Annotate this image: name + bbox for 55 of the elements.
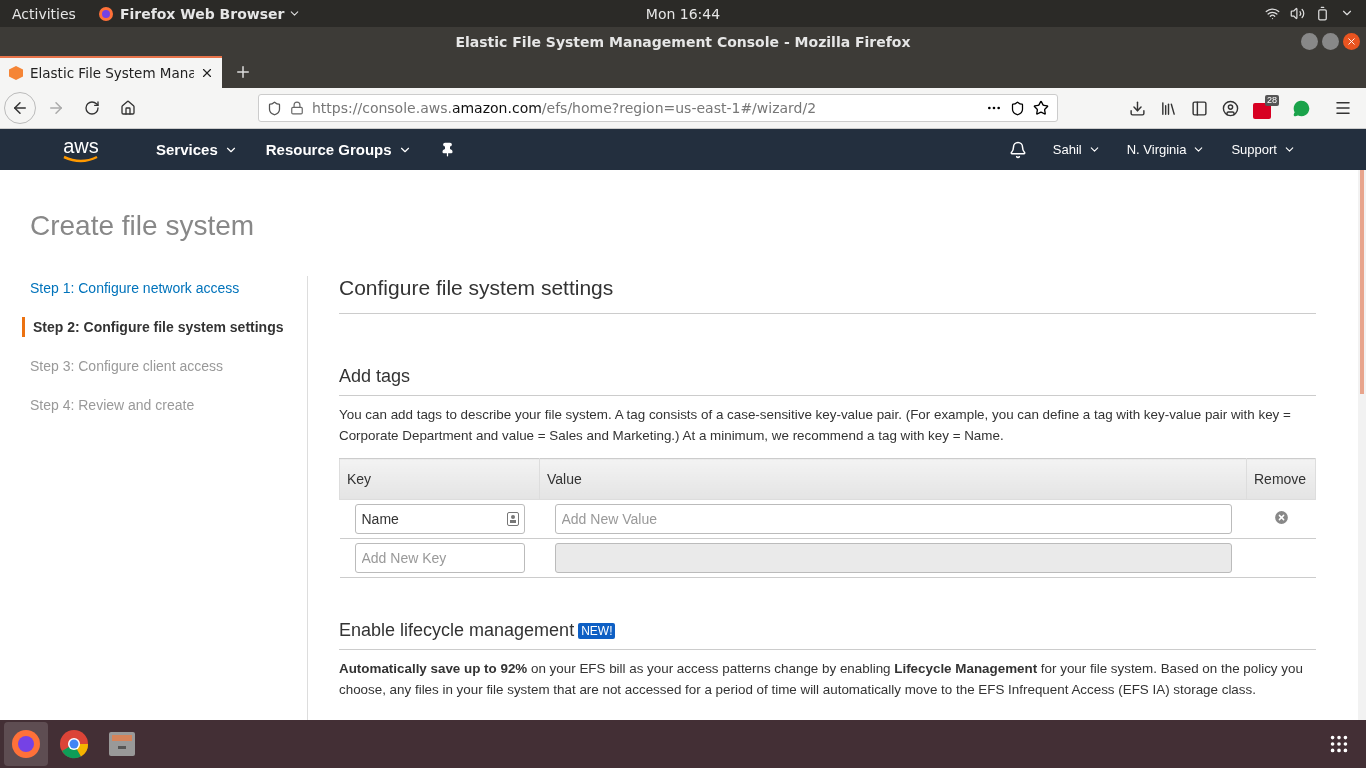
extension-button[interactable]: 28	[1253, 95, 1279, 121]
forward-arrow-icon	[47, 99, 65, 117]
close-icon	[1346, 36, 1357, 47]
section-title: Configure file system settings	[339, 276, 1316, 314]
key-field[interactable]: Name	[354, 504, 525, 534]
close-icon[interactable]	[200, 66, 214, 80]
star-icon[interactable]	[1033, 100, 1049, 116]
close-button[interactable]	[1343, 33, 1360, 50]
sidebar-icon[interactable]	[1191, 99, 1208, 117]
column-header: Key	[339, 458, 540, 500]
page-title: Create file system	[30, 210, 256, 242]
volume-icon	[1290, 6, 1305, 21]
minimize-button[interactable]	[1301, 33, 1318, 50]
column-header: Value	[539, 458, 1247, 500]
chat-icon[interactable]	[1293, 99, 1310, 117]
section-heading: Enable lifecycle management	[339, 620, 575, 641]
nav-menu[interactable]: Support	[1231, 142, 1296, 157]
lifecycle-description: Automatically save up to 92% on your EFS bill as your access patterns change by enabling Lifecycle Management for your file system. Based on the policy you choose, any files in your file system that are not accessed for a period of time will automatically move to the EFS Infrequent Access (EFS IA) storage class.	[339, 660, 1304, 699]
menu-icon[interactable]	[1334, 99, 1352, 117]
scrollbar[interactable]	[1358, 170, 1366, 720]
new-tab-button[interactable]	[234, 63, 252, 81]
column-header: Remove	[1246, 458, 1316, 500]
lock-icon	[290, 101, 304, 115]
app-grid-icon[interactable]	[1328, 733, 1350, 755]
browser-logo-icon	[97, 5, 114, 22]
nav-menu[interactable]: N. Virginia	[1126, 142, 1206, 157]
contact-card-icon	[506, 512, 519, 526]
activities-button[interactable]: Activities	[12, 5, 76, 22]
notifications-icon[interactable]	[1008, 140, 1027, 159]
reload-icon	[84, 100, 100, 116]
address-bar[interactable]: https://console.aws.amazon.com/efs/home?region=us-east-1#/wizard/2	[258, 94, 1058, 122]
description: You can add tags to describe your file system. A tag consists of a case-sensitive key-value pair. (For example, you can define a tag with key-value pair with key = Corporate Department and value = Sales and Marketing.) At a minimum, we recommend a tag with key = Name.	[339, 406, 1292, 445]
wizard-step[interactable]: Step 1: Configure network access	[30, 278, 307, 298]
nav-menu[interactable]: Sahil	[1052, 142, 1101, 157]
home-icon	[120, 100, 136, 116]
battery-icon	[1315, 6, 1330, 21]
cube-icon	[8, 65, 24, 81]
section-heading: Add tags	[339, 366, 411, 387]
new-badge: NEW!	[578, 622, 616, 639]
aws-logo[interactable]: aws	[60, 136, 102, 163]
download-icon[interactable]	[1129, 99, 1146, 117]
shield-icon	[267, 100, 282, 116]
clock: Mon 16:44	[645, 5, 721, 22]
pin-icon[interactable]	[439, 142, 455, 157]
nav-menu[interactable]: Resource Groups	[265, 141, 412, 158]
wizard-step[interactable]: Step 2: Configure file system settings	[22, 317, 307, 337]
library-icon[interactable]	[1160, 99, 1177, 117]
wifi-icon	[1265, 6, 1280, 21]
key-field[interactable]: Add New Key	[354, 543, 525, 573]
window-title: Elastic File System Management Console - Mozilla Firefox	[455, 33, 911, 50]
nav-menu[interactable]: Services	[156, 141, 238, 158]
value-field[interactable]: Add New Value	[554, 504, 1232, 534]
account-icon[interactable]	[1222, 99, 1239, 117]
app-menu[interactable]: Firefox Web Browser	[119, 5, 285, 22]
remove-icon[interactable]	[1272, 509, 1290, 526]
